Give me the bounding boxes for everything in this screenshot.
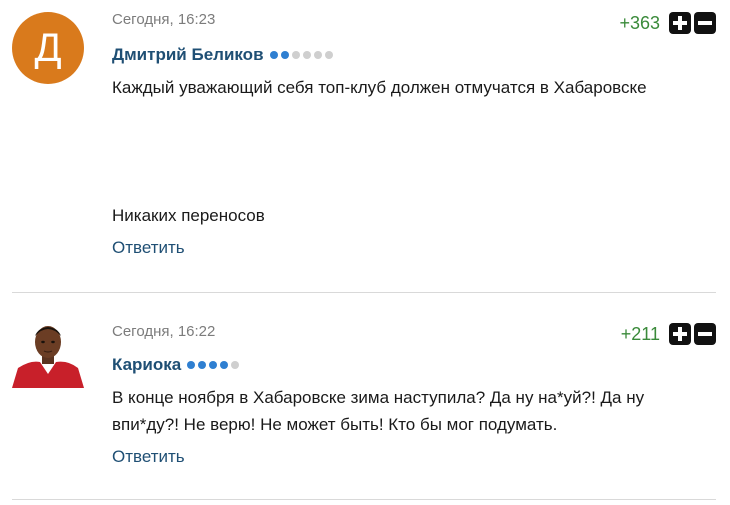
rank-dot bbox=[198, 361, 207, 369]
comment-text: В конце ноября в Хабаровске зима наступи… bbox=[112, 388, 645, 434]
rank-dots bbox=[269, 51, 333, 59]
minus-icon bbox=[698, 21, 712, 25]
rank-dots bbox=[187, 361, 240, 369]
rank-dot bbox=[220, 361, 229, 369]
vote-box: +363 bbox=[619, 12, 716, 34]
rank-dot bbox=[302, 51, 311, 59]
minus-icon bbox=[698, 332, 712, 336]
downvote-button[interactable] bbox=[694, 323, 716, 345]
comment-text: Каждый уважающий себя топ-клуб должен от… bbox=[112, 78, 647, 97]
vote-score: +363 bbox=[619, 12, 660, 33]
vote-score: +211 bbox=[620, 323, 660, 344]
upvote-button[interactable] bbox=[669, 12, 691, 34]
rank-dot bbox=[324, 51, 333, 59]
author-name[interactable]: Дмитрий Беликов bbox=[112, 45, 264, 65]
author-name[interactable]: Кариока bbox=[112, 355, 181, 375]
avatar[interactable]: Д bbox=[12, 12, 84, 84]
avatar[interactable] bbox=[12, 322, 84, 388]
downvote-button[interactable] bbox=[694, 12, 716, 34]
reply-link[interactable]: Ответить bbox=[112, 447, 185, 467]
rank-dot bbox=[187, 361, 196, 369]
rank-dot bbox=[280, 51, 289, 59]
comment-author[interactable]: Кариока bbox=[112, 355, 240, 375]
rank-dot bbox=[231, 361, 240, 369]
comment-text: Никаких переносов bbox=[112, 206, 265, 225]
reply-link[interactable]: Ответить bbox=[112, 238, 185, 258]
comment: Д Сегодня, 16:23 Дмитрий Беликов Каждый … bbox=[0, 0, 730, 292]
vote-box: +211 bbox=[621, 323, 716, 345]
divider bbox=[12, 499, 716, 500]
rank-dot bbox=[209, 361, 218, 369]
comment-timestamp: Сегодня, 16:23 bbox=[112, 11, 216, 28]
comment-timestamp: Сегодня, 16:22 bbox=[112, 323, 216, 340]
upvote-button[interactable] bbox=[669, 323, 691, 345]
comment: Сегодня, 16:22 Кариока В конце ноября в … bbox=[0, 293, 730, 500]
comment-author[interactable]: Дмитрий Беликов bbox=[112, 45, 333, 65]
rank-dot bbox=[269, 51, 278, 59]
rank-dot bbox=[313, 51, 322, 59]
rank-dot bbox=[291, 51, 300, 59]
user-photo-icon bbox=[12, 322, 84, 388]
